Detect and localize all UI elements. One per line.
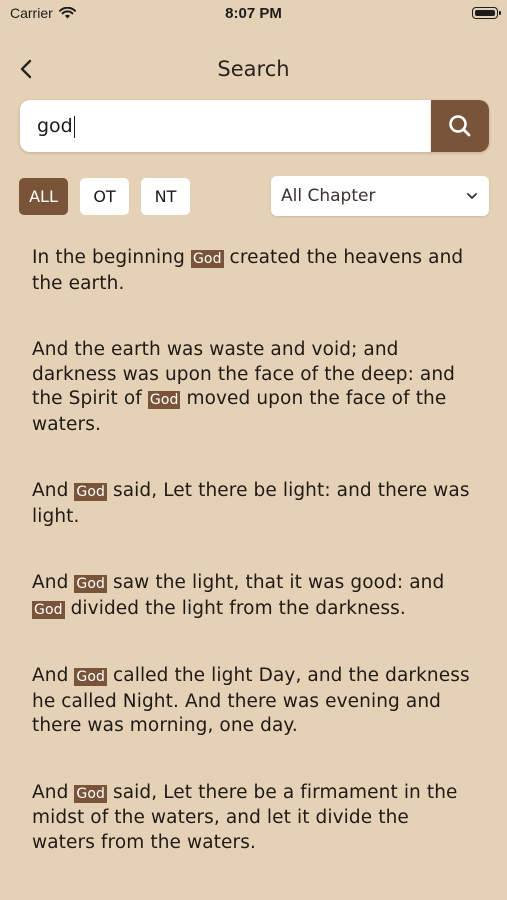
- filter-all-button[interactable]: ALL: [19, 178, 68, 215]
- result-text: And: [32, 572, 75, 593]
- chapter-dropdown-value: All Chapter: [281, 186, 376, 206]
- match-highlight: God: [74, 668, 108, 686]
- page-title: Search: [217, 57, 290, 81]
- match-highlight: God: [190, 250, 224, 268]
- match-highlight: God: [74, 483, 108, 501]
- filter-nt-button[interactable]: NT: [141, 178, 190, 215]
- status-time: 8:07 PM: [225, 5, 282, 22]
- result-text: And: [32, 781, 75, 803]
- result-item[interactable]: And God saw the light, that it was good:…: [32, 571, 477, 622]
- match-highlight: God: [74, 784, 108, 803]
- result-item[interactable]: And God said, Let there be light: and th…: [32, 479, 477, 529]
- status-bar: Carrier 8:07 PM: [0, 0, 507, 28]
- search-bar: god: [20, 100, 489, 152]
- search-input-value: god: [37, 115, 73, 137]
- result-item[interactable]: In the beginning God created the heavens…: [32, 246, 477, 296]
- magnifier-icon: [449, 115, 471, 137]
- match-highlight: God: [147, 391, 181, 409]
- search-button[interactable]: [431, 100, 489, 152]
- search-input[interactable]: god: [20, 100, 432, 152]
- result-item[interactable]: And God called the light Day, and the da…: [32, 664, 477, 739]
- result-text: saw the light, that it was good: and: [107, 572, 445, 593]
- result-text: divided the light from the darkness.: [64, 597, 406, 619]
- chapter-dropdown[interactable]: All Chapter: [271, 176, 489, 216]
- search-results-list: In the beginning God created the heavens…: [32, 246, 477, 897]
- result-text: In the beginning: [32, 247, 191, 268]
- chevron-down-icon: [467, 193, 477, 199]
- navigation-bar: Search: [0, 48, 507, 90]
- result-text: And: [32, 480, 75, 501]
- result-text: And: [32, 665, 75, 686]
- filter-ot-button[interactable]: OT: [80, 178, 129, 215]
- match-highlight: God: [74, 575, 108, 593]
- result-item[interactable]: And the earth was waste and void; and da…: [32, 338, 477, 437]
- result-item[interactable]: And God said, Let there be a firmament i…: [32, 781, 477, 856]
- match-highlight: God: [32, 600, 65, 619]
- battery-icon: [472, 7, 501, 19]
- text-caret: [73, 115, 76, 138]
